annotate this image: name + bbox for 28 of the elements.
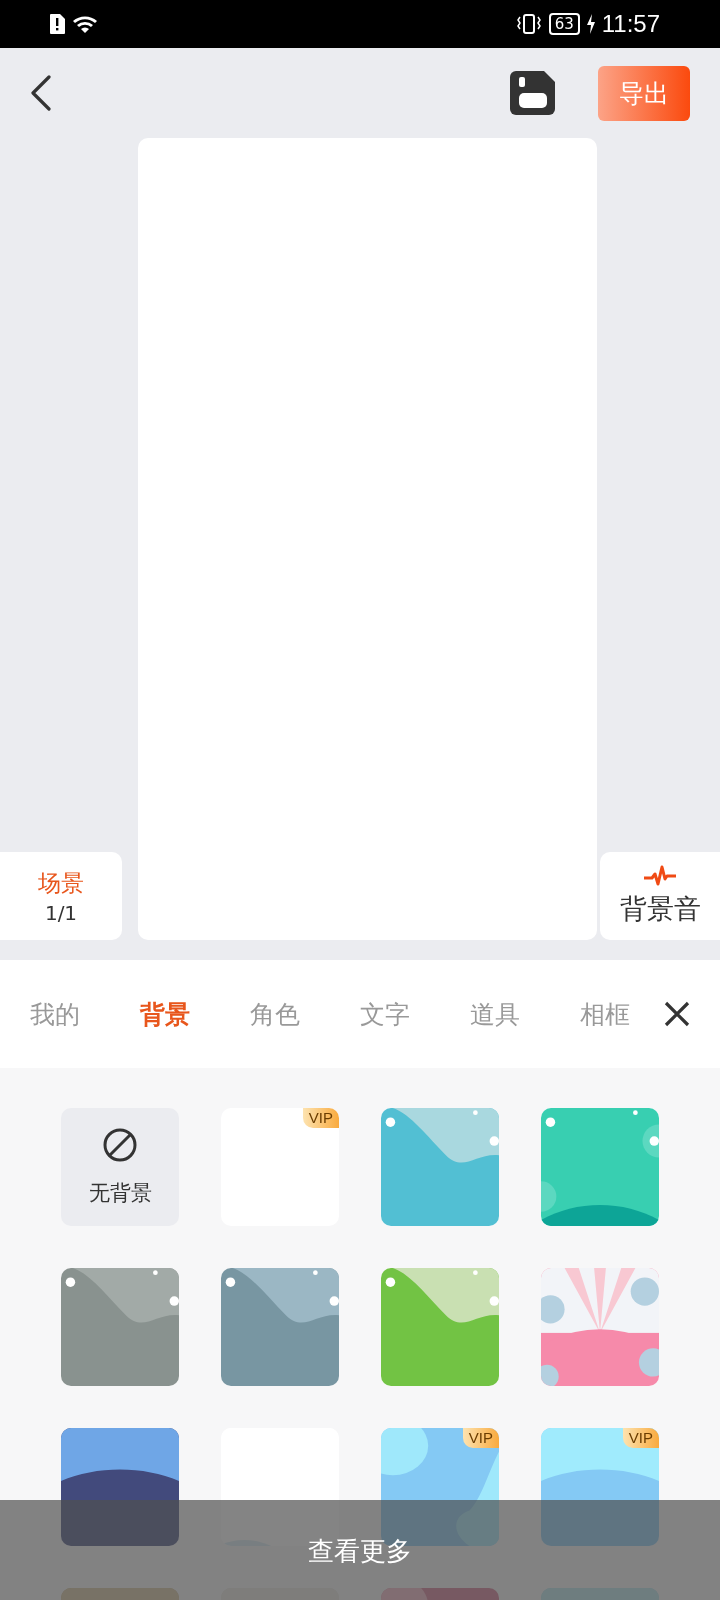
category-tab[interactable]: 道具: [440, 991, 550, 1037]
sound-wave-icon: [643, 865, 677, 887]
vibrate-icon: [514, 13, 543, 35]
category-tab[interactable]: 我的: [0, 991, 110, 1037]
category-tab[interactable]: 角色: [220, 991, 330, 1037]
sim-alert-icon: [48, 13, 66, 35]
vip-badge: VIP: [462, 1428, 499, 1448]
no-symbol-icon: [102, 1127, 138, 1163]
battery-level: 63: [548, 13, 580, 35]
charging-icon: [585, 13, 596, 35]
scene-title: 场景: [38, 868, 84, 898]
blank-background-option[interactable]: VIP: [221, 1108, 339, 1226]
category-tab[interactable]: 背景: [110, 991, 220, 1037]
close-icon[interactable]: [664, 1001, 690, 1027]
back-icon[interactable]: [29, 75, 53, 111]
no-background-option[interactable]: 无背景: [61, 1108, 179, 1226]
vip-badge: VIP: [622, 1428, 659, 1448]
view-more-button[interactable]: 查看更多: [0, 1500, 720, 1600]
export-button[interactable]: 导出: [598, 65, 690, 121]
category-tab[interactable]: 文字: [330, 991, 440, 1037]
background-music-button[interactable]: 背景音: [600, 852, 720, 940]
scene-card[interactable]: 场景 1/1: [0, 852, 122, 940]
scene-count: 1/1: [44, 900, 78, 925]
category-tab[interactable]: 相框: [550, 991, 660, 1037]
vip-badge: VIP: [302, 1108, 339, 1128]
save-icon[interactable]: [510, 70, 556, 116]
wifi-icon: [72, 13, 100, 35]
clock-time: 11:57: [601, 10, 660, 38]
